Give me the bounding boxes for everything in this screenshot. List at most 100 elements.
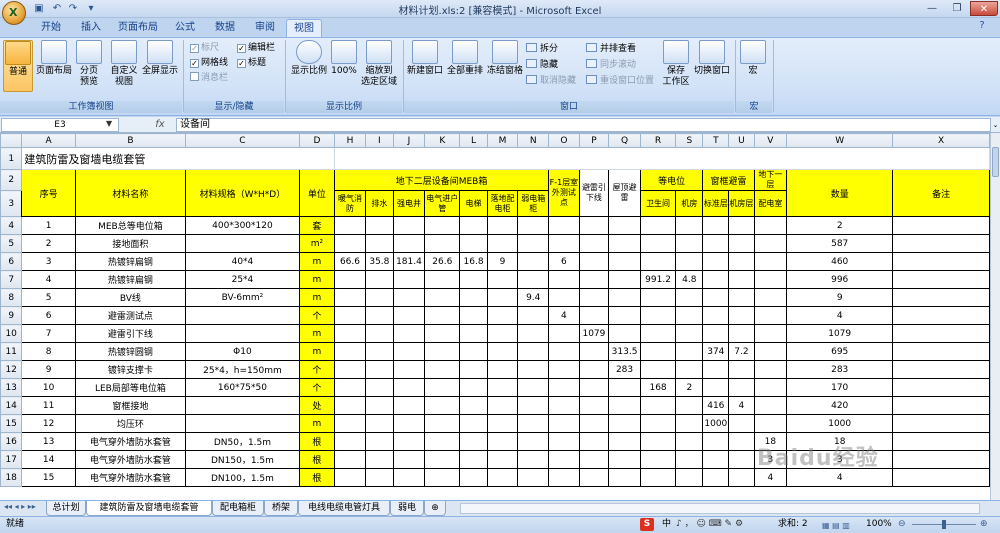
cell-value[interactable] <box>392 360 426 379</box>
row-header[interactable]: 11 <box>0 342 23 361</box>
cell-spec[interactable]: DN50，1.5m <box>184 432 300 451</box>
hide-button[interactable]: 隐藏 <box>526 59 558 72</box>
cell-value[interactable] <box>702 306 730 325</box>
cell-value[interactable] <box>459 216 488 235</box>
cell-remark[interactable] <box>892 288 990 307</box>
cell-value[interactable] <box>459 234 488 253</box>
select-all-corner[interactable] <box>0 133 23 148</box>
cell-spec[interactable]: BV-6mm² <box>184 288 300 307</box>
column-header[interactable]: D <box>298 133 335 148</box>
cell-material-name[interactable]: BV线 <box>74 288 186 307</box>
cell-value[interactable] <box>753 234 788 253</box>
column-header[interactable]: X <box>892 133 990 148</box>
cell-material-name[interactable]: 镀锌支撑卡 <box>74 360 186 379</box>
row-header[interactable]: 15 <box>0 414 23 433</box>
header-sub[interactable]: 排水 <box>365 190 394 217</box>
cell-value[interactable] <box>459 342 488 361</box>
cell-value[interactable] <box>459 360 488 379</box>
name-box[interactable]: E3 <box>1 118 119 132</box>
cell-value[interactable] <box>333 234 367 253</box>
unhide-button[interactable]: 取消隐藏 <box>526 75 576 88</box>
header-down-group[interactable]: 避雷引下线 <box>578 169 610 217</box>
freeze-panes-button[interactable]: 冻结窗格 <box>486 40 524 77</box>
cell-seq[interactable]: 7 <box>21 324 76 343</box>
cell-value[interactable] <box>608 450 641 469</box>
header-b1-group[interactable]: 地下一层 <box>753 169 788 191</box>
header-roof-group[interactable]: 屋顶避雷 <box>608 169 641 217</box>
header-remark[interactable]: 备注 <box>892 169 990 217</box>
cell-value[interactable] <box>728 360 755 379</box>
cell-value[interactable] <box>365 414 394 433</box>
cell-value[interactable] <box>486 432 519 451</box>
row-header[interactable]: 16 <box>0 432 23 451</box>
cell-value[interactable] <box>486 342 519 361</box>
cell-value[interactable] <box>392 288 426 307</box>
cell-seq[interactable]: 14 <box>21 450 76 469</box>
row-header[interactable]: 4 <box>0 216 23 235</box>
cell-seq[interactable]: 9 <box>21 360 76 379</box>
zoom-100-button[interactable]: 100% <box>330 40 358 77</box>
sheet-tab-weak-current[interactable]: 弱电 <box>390 501 424 516</box>
cell-spec[interactable]: 160*75*50 <box>184 378 300 397</box>
header-sub[interactable]: 落地配电柜 <box>486 190 519 217</box>
tab-insert[interactable]: 插入 <box>74 19 108 37</box>
tab-page-layout[interactable]: 页面布局 <box>114 19 162 37</box>
cell-value[interactable] <box>728 432 755 451</box>
cell-value[interactable] <box>517 450 550 469</box>
cell-value[interactable] <box>702 432 730 451</box>
cell-value[interactable] <box>392 234 426 253</box>
cell-value[interactable] <box>608 270 641 289</box>
cell-value[interactable] <box>517 378 550 397</box>
cell-material-name[interactable]: 窗框接地 <box>74 396 186 415</box>
header-sub[interactable]: 机房层 <box>728 190 755 217</box>
column-header[interactable]: N <box>517 133 550 148</box>
cell-value[interactable] <box>639 468 677 487</box>
cell-value[interactable] <box>486 234 519 253</box>
header-unit[interactable]: 单位 <box>298 169 335 217</box>
cell-value[interactable] <box>639 360 677 379</box>
cell-unit[interactable]: 根 <box>298 450 335 469</box>
cell-value[interactable]: 313.5 <box>608 342 641 361</box>
cell-value[interactable] <box>365 468 394 487</box>
cell-qty[interactable]: 170 <box>786 378 894 397</box>
cell-value[interactable] <box>728 414 755 433</box>
cell-value[interactable] <box>639 450 677 469</box>
cell-value[interactable] <box>548 414 580 433</box>
cell-value[interactable] <box>486 414 519 433</box>
cell-value[interactable] <box>365 360 394 379</box>
cell-value[interactable] <box>702 450 730 469</box>
cell-value[interactable] <box>333 324 367 343</box>
cell-unit[interactable]: 个 <box>298 306 335 325</box>
cell-value[interactable] <box>517 342 550 361</box>
cell-value[interactable] <box>675 234 704 253</box>
cell-value[interactable] <box>728 252 755 271</box>
cell-seq[interactable]: 4 <box>21 270 76 289</box>
column-header[interactable]: A <box>21 133 76 148</box>
row-header[interactable]: 17 <box>0 450 23 469</box>
insert-sheet-icon[interactable]: ⊕ <box>424 501 446 516</box>
cell-value[interactable] <box>753 414 788 433</box>
cell-value[interactable] <box>392 324 426 343</box>
cell-value[interactable] <box>459 450 488 469</box>
cell-unit[interactable]: m <box>298 270 335 289</box>
header-sub[interactable]: 暖气消防 <box>333 190 367 217</box>
cell-value[interactable]: 181.4 <box>392 252 426 271</box>
cell-value[interactable] <box>578 360 610 379</box>
header-f1-group[interactable]: F-1层室外测试点 <box>548 169 580 217</box>
cell-value[interactable] <box>548 432 580 451</box>
formula-bar-checkbox[interactable]: ✓ 编辑栏 <box>237 42 275 55</box>
cell-remark[interactable] <box>892 468 990 487</box>
view-mode-icons[interactable]: ▦ ▤ ▥ <box>822 518 850 533</box>
cell-value[interactable] <box>675 396 704 415</box>
sheet-tab-cable-tray[interactable]: 桥架 <box>264 501 298 516</box>
cell-value[interactable] <box>517 234 550 253</box>
cell-value[interactable]: 26.6 <box>424 252 461 271</box>
message-bar-checkbox[interactable]: 消息栏 <box>190 72 228 85</box>
cell-value[interactable] <box>517 360 550 379</box>
horizontal-scrollbar[interactable] <box>460 503 980 514</box>
zoom-slider-thumb[interactable] <box>942 520 946 529</box>
macros-button[interactable]: 宏 <box>740 40 766 77</box>
cell-value[interactable] <box>608 414 641 433</box>
cell-material-name[interactable]: 均压环 <box>74 414 186 433</box>
cell-unit[interactable]: 个 <box>298 378 335 397</box>
